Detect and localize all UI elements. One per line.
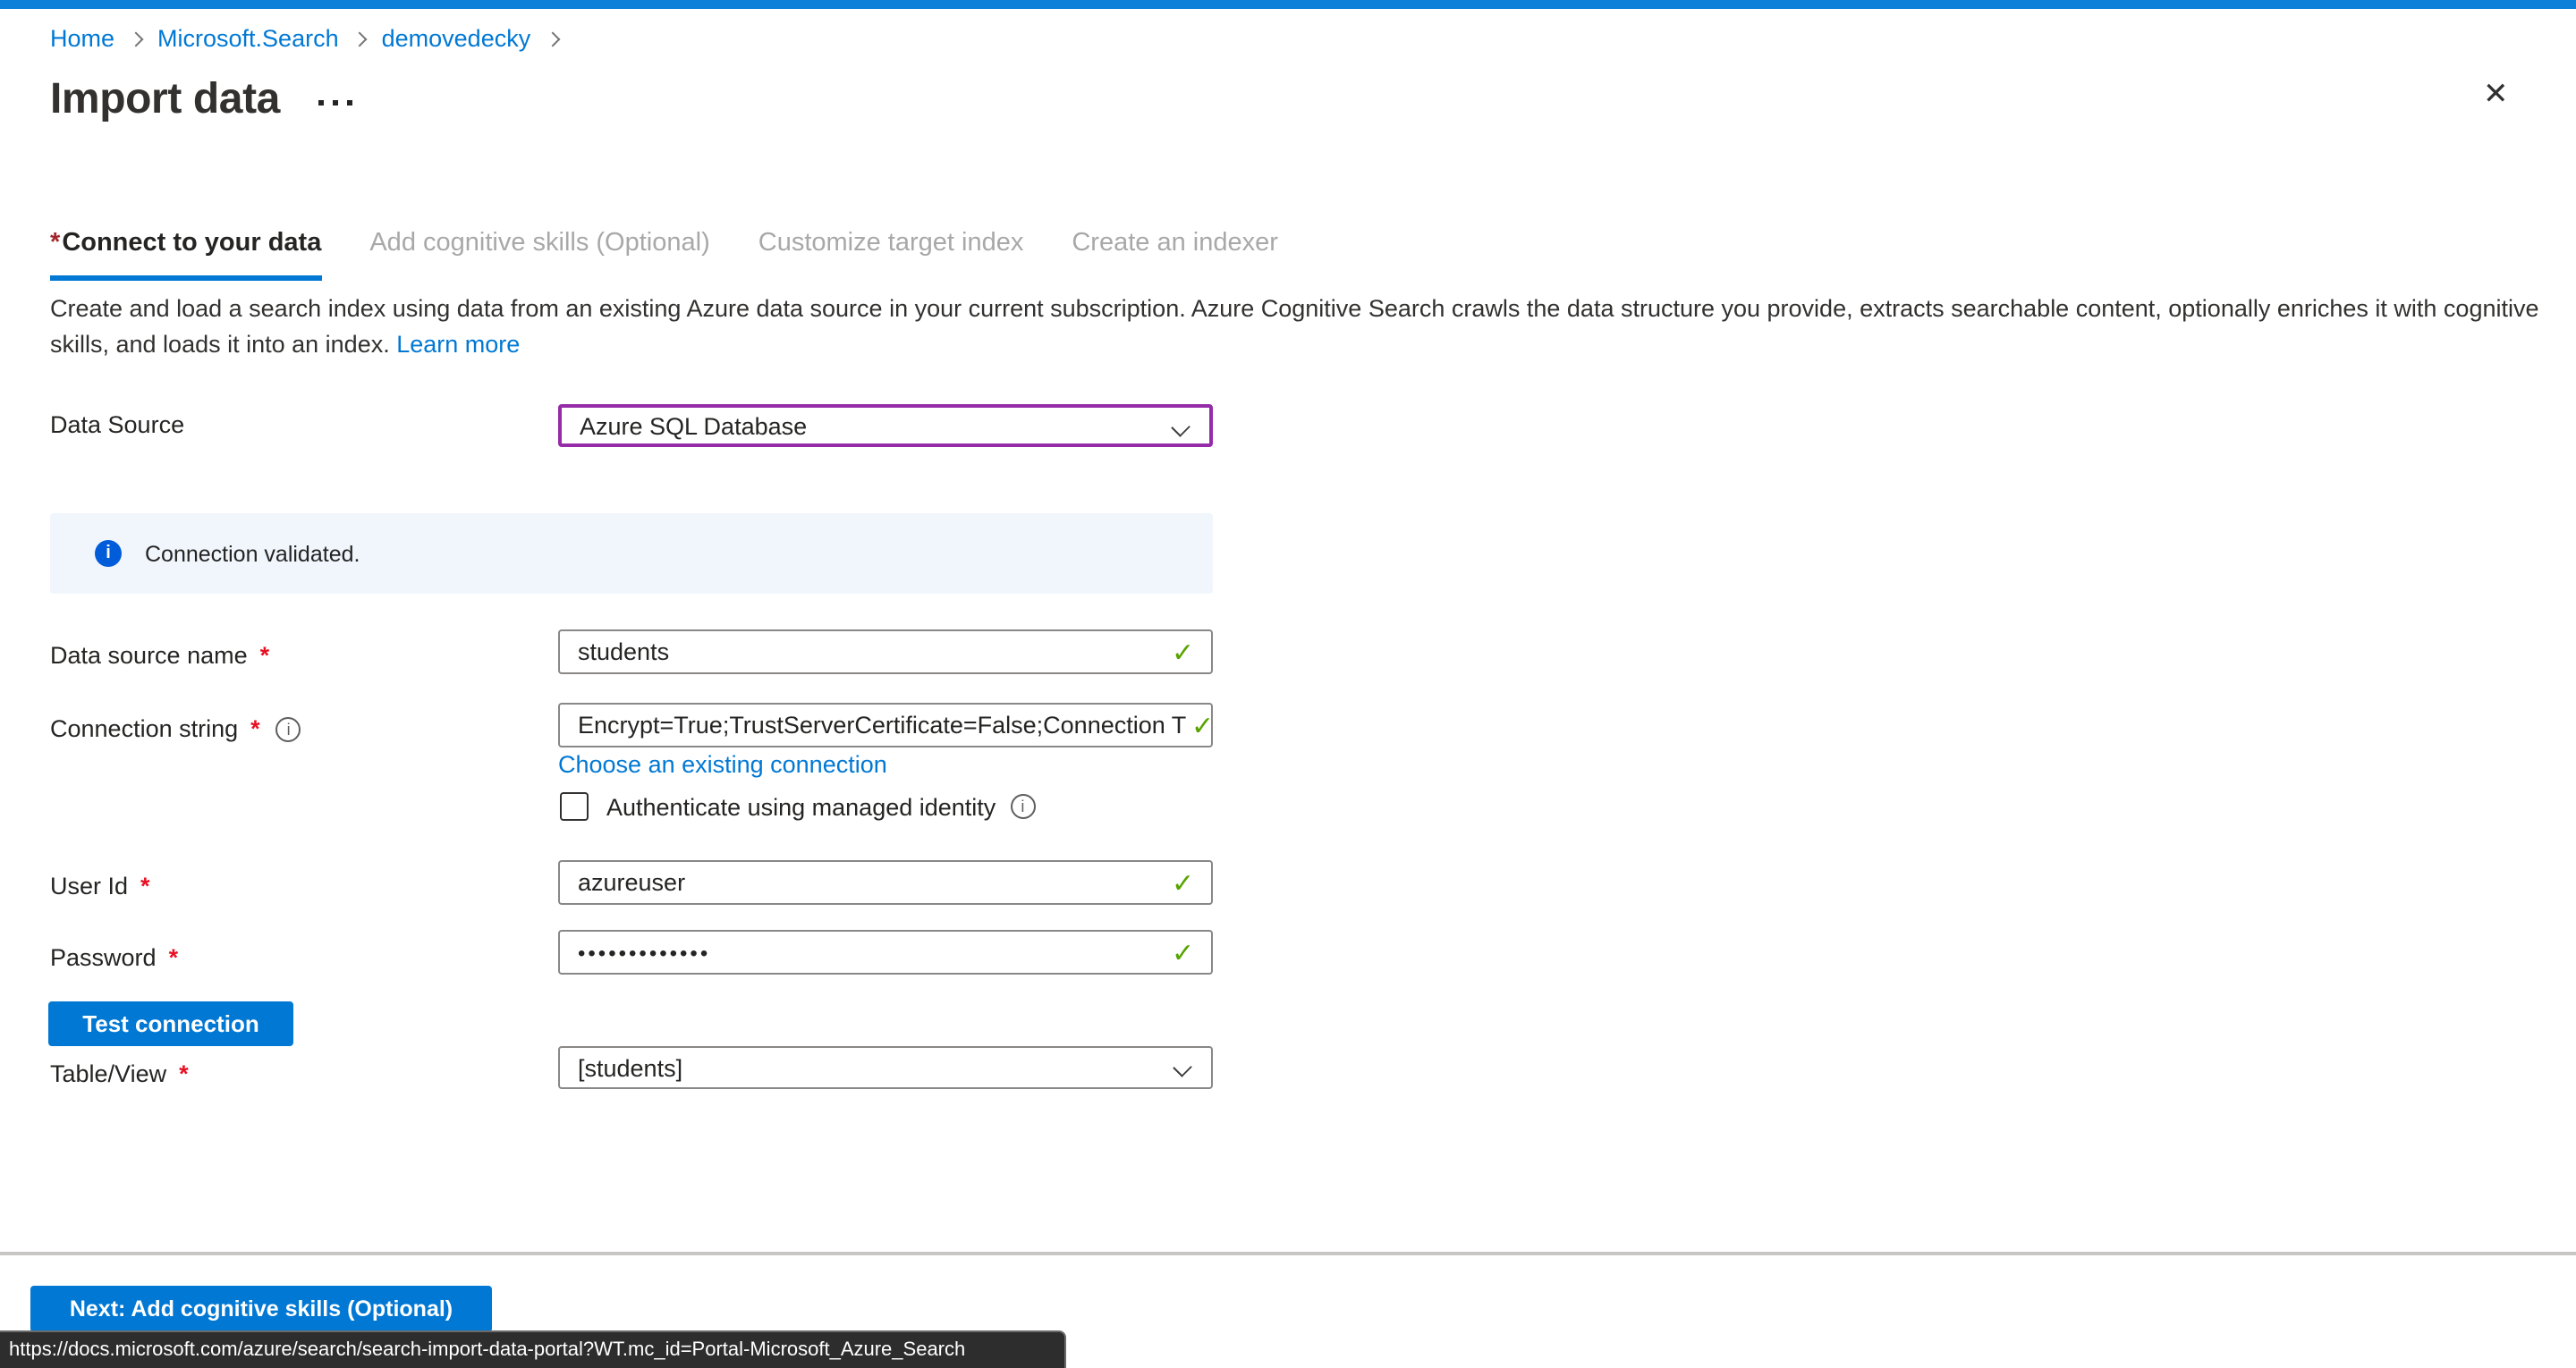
info-icon[interactable]: i (276, 716, 301, 741)
required-asterisk: * (260, 642, 270, 669)
valid-check-icon: ✓ (1172, 937, 1194, 969)
managed-identity-checkbox[interactable] (560, 792, 589, 821)
learn-more-link[interactable]: Learn more (396, 330, 520, 357)
top-accent-bar (0, 0, 2576, 9)
status-url: https://docs.microsoft.com/azure/search/… (9, 1339, 965, 1361)
chevron-down-icon (1173, 1058, 1191, 1077)
close-icon[interactable]: ✕ (2483, 79, 2509, 109)
footer-divider (0, 1252, 2576, 1255)
breadcrumb: Home Microsoft.Search demovedecky (50, 25, 557, 52)
required-asterisk: * (50, 229, 60, 258)
next-step-button[interactable]: Next: Add cognitive skills (Optional) (30, 1286, 492, 1332)
user-id-label: User Id* (50, 873, 150, 899)
link-preview-status-bar: https://docs.microsoft.com/azure/search/… (0, 1330, 1066, 1368)
import-data-page: Home Microsoft.Search demovedecky Import… (0, 0, 2576, 1368)
required-asterisk: * (250, 715, 260, 742)
tab-add-cognitive-skills[interactable]: Add cognitive skills (Optional) (369, 229, 709, 281)
valid-check-icon: ✓ (1172, 867, 1194, 899)
valid-check-icon: ✓ (1191, 710, 1214, 742)
test-connection-button[interactable]: Test connection (48, 1001, 293, 1046)
info-icon[interactable]: i (1010, 794, 1035, 819)
tab-connect-to-your-data[interactable]: *Connect to your data (50, 229, 321, 281)
connection-string-input[interactable] (558, 703, 1213, 747)
more-actions-icon[interactable] (311, 93, 360, 113)
data-source-label: Data Source (50, 411, 184, 438)
choose-existing-connection-link[interactable]: Choose an existing connection (558, 751, 887, 778)
data-source-name-label: Data source name* (50, 642, 269, 669)
connection-validated-banner: i Connection validated. (50, 513, 1213, 594)
table-view-dropdown[interactable]: [students] (558, 1046, 1213, 1089)
chevron-right-icon (129, 32, 144, 47)
valid-check-icon: ✓ (1172, 637, 1194, 669)
chevron-right-icon (545, 32, 560, 47)
user-id-input[interactable] (558, 860, 1213, 905)
managed-identity-row: Authenticate using managed identity i (560, 792, 1035, 821)
wizard-tabs: *Connect to your data Add cognitive skil… (50, 229, 1278, 281)
data-source-dropdown[interactable]: Azure SQL Database (558, 404, 1213, 447)
breadcrumb-demovedecky[interactable]: demovedecky (382, 25, 531, 52)
data-source-name-input[interactable] (558, 629, 1213, 674)
chevron-down-icon (1171, 418, 1190, 436)
table-view-label: Table/View* (50, 1060, 189, 1087)
info-icon: i (95, 540, 122, 567)
tab-customize-target-index[interactable]: Customize target index (758, 229, 1024, 281)
intro-text: Create and load a search index using dat… (50, 291, 2540, 361)
required-asterisk: * (140, 873, 150, 899)
managed-identity-label: Authenticate using managed identity (606, 793, 996, 820)
breadcrumb-microsoft-search[interactable]: Microsoft.Search (157, 25, 339, 52)
chevron-right-icon (352, 32, 368, 47)
required-asterisk: * (179, 1060, 189, 1087)
connection-string-label: Connection string* i (50, 715, 301, 742)
breadcrumb-home[interactable]: Home (50, 25, 114, 52)
page-title: Import data (50, 75, 280, 125)
banner-text: Connection validated. (145, 541, 360, 566)
tab-create-an-indexer[interactable]: Create an indexer (1072, 229, 1278, 281)
password-input[interactable] (558, 930, 1213, 975)
password-label: Password* (50, 944, 178, 971)
required-asterisk: * (169, 944, 179, 971)
